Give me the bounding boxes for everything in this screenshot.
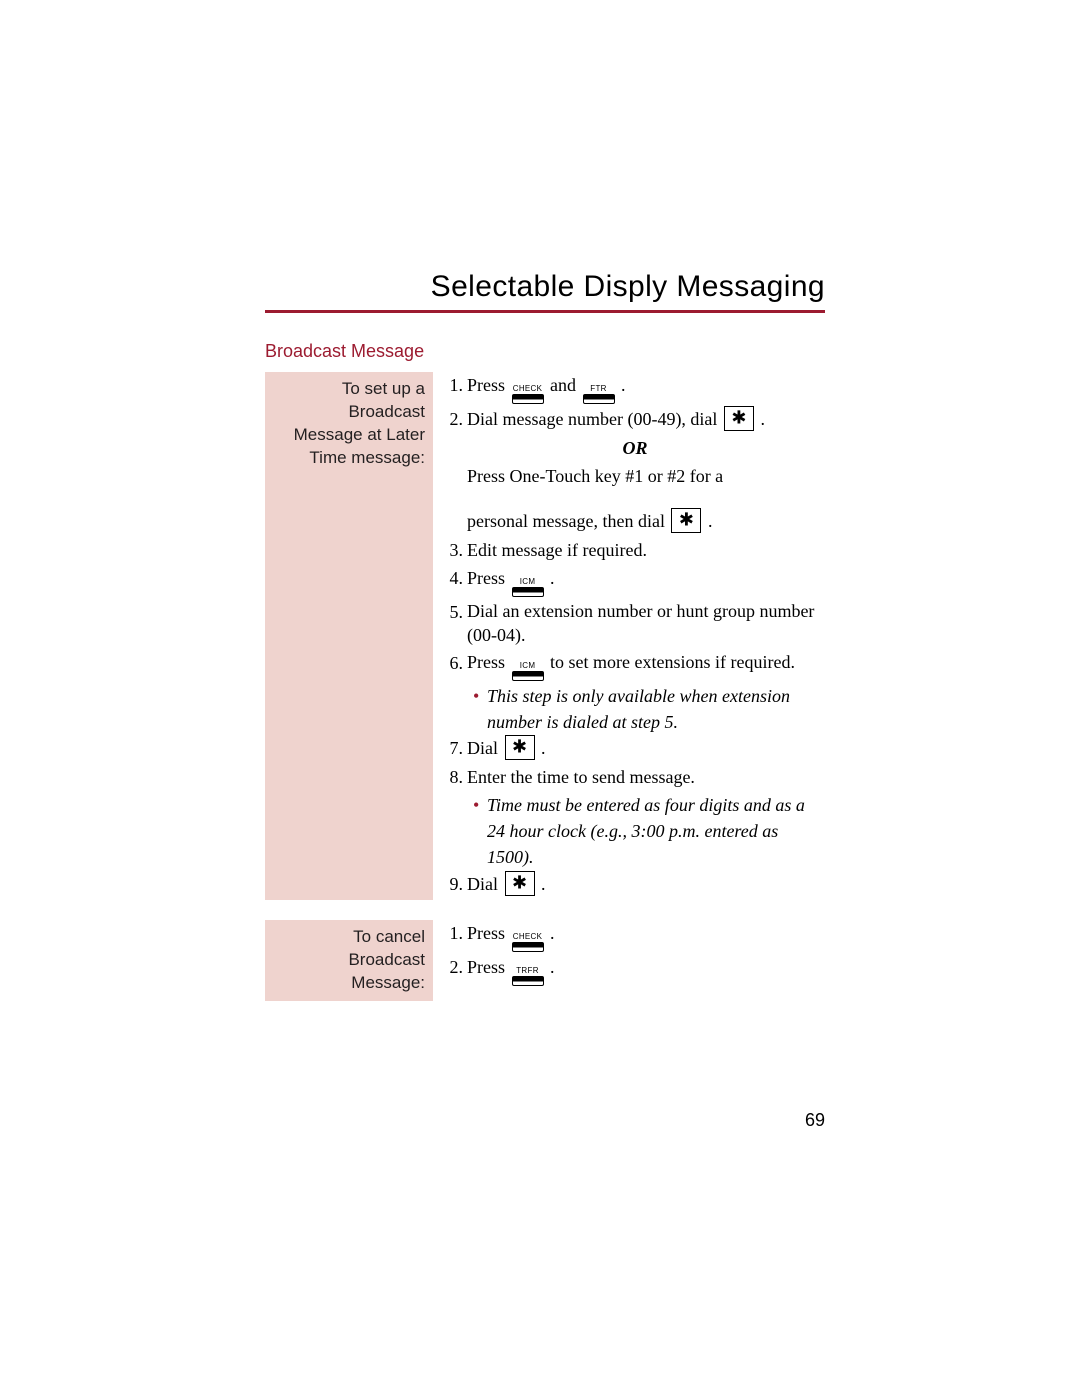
- step-number: 2.: [445, 406, 467, 433]
- cancel-step-2: 2. Press TRFR .: [445, 954, 825, 986]
- or-label: OR: [445, 435, 825, 461]
- step-number: 1.: [445, 372, 467, 404]
- check-button-icon: CHECK: [512, 933, 544, 952]
- step-text: Press One-Touch key #1 or #2 for a: [467, 463, 825, 489]
- step-text: to set more extensions if required.: [550, 652, 795, 672]
- step-text: Press: [467, 957, 505, 977]
- star-key-icon: [505, 871, 535, 896]
- step-6-note: • This step is only available when exten…: [473, 683, 825, 735]
- page-title: Selectable Disply Messaging: [265, 270, 825, 313]
- step-number: 8.: [445, 764, 467, 790]
- step-text: Press: [467, 375, 505, 395]
- step-7: 7. Dial .: [445, 735, 825, 762]
- step-number: 6.: [445, 650, 467, 681]
- step-text: Press: [467, 652, 505, 672]
- setup-side-label: To set up a Broadcast Message at Later T…: [265, 372, 433, 900]
- step-number: 2.: [445, 954, 467, 986]
- note-text: This step is only available when extensi…: [487, 683, 825, 735]
- step-text: Press: [467, 923, 505, 943]
- note-text: Time must be entered as four digits and …: [487, 792, 825, 870]
- step-text: .: [541, 738, 546, 758]
- step-1: 1. Press CHECK and FTR .: [445, 372, 825, 404]
- section-heading: Broadcast Message: [265, 341, 825, 362]
- star-key-icon: [724, 406, 754, 431]
- step-number: 3.: [445, 537, 467, 563]
- step-number: 7.: [445, 735, 467, 762]
- bullet-icon: •: [473, 792, 487, 870]
- cancel-block: To cancel Broadcast Message: 1. Press CH…: [265, 920, 825, 1001]
- bullet-icon: •: [473, 683, 487, 735]
- step-4: 4. Press ICM .: [445, 565, 825, 597]
- check-button-icon: CHECK: [512, 385, 544, 404]
- page-number: 69: [0, 1110, 825, 1131]
- step-number: 1.: [445, 920, 467, 952]
- step-text: .: [621, 375, 626, 395]
- step-text: .: [550, 568, 555, 588]
- step-text: and: [550, 375, 576, 395]
- cancel-side-label: To cancel Broadcast Message:: [265, 920, 433, 1001]
- icm-button-icon: ICM: [512, 662, 544, 681]
- star-key-icon: [671, 508, 701, 533]
- step-5: 5. Dial an extension number or hunt grou…: [445, 599, 825, 648]
- step-text: Edit message if required.: [467, 537, 825, 563]
- setup-steps: 1. Press CHECK and FTR . 2. Dial message…: [433, 372, 825, 900]
- step-text: Press: [467, 568, 505, 588]
- step-2-alt-line1: Press One-Touch key #1 or #2 for a: [445, 463, 825, 489]
- star-key-icon: [505, 735, 535, 760]
- step-8-note: • Time must be entered as four digits an…: [473, 792, 825, 870]
- step-text: Dial message number (00-49), dial: [467, 409, 717, 429]
- step-text: .: [541, 874, 546, 894]
- step-2-alt-line2: personal message, then dial .: [445, 508, 825, 535]
- trfr-button-icon: TRFR: [512, 967, 544, 986]
- step-number: 4.: [445, 565, 467, 597]
- cancel-steps: 1. Press CHECK . 2. Press TRFR .: [433, 920, 825, 1001]
- step-text: personal message, then dial: [467, 511, 665, 531]
- step-text: .: [708, 511, 713, 531]
- step-2: 2. Dial message number (00-49), dial .: [445, 406, 825, 433]
- setup-block: To set up a Broadcast Message at Later T…: [265, 372, 825, 900]
- step-text: Dial: [467, 874, 498, 894]
- step-text: .: [760, 409, 765, 429]
- step-text: Dial an extension number or hunt group n…: [467, 599, 825, 648]
- step-text: .: [550, 923, 555, 943]
- step-number: 5.: [445, 599, 467, 648]
- step-9: 9. Dial .: [445, 871, 825, 898]
- step-6: 6. Press ICM to set more extensions if r…: [445, 650, 825, 681]
- icm-button-icon: ICM: [512, 578, 544, 597]
- step-text: .: [550, 957, 555, 977]
- step-text: Dial: [467, 738, 498, 758]
- step-number: 9.: [445, 871, 467, 898]
- step-3: 3. Edit message if required.: [445, 537, 825, 563]
- cancel-step-1: 1. Press CHECK .: [445, 920, 825, 952]
- ftr-button-icon: FTR: [583, 385, 615, 404]
- step-text: Enter the time to send message.: [467, 764, 825, 790]
- step-8: 8. Enter the time to send message.: [445, 764, 825, 790]
